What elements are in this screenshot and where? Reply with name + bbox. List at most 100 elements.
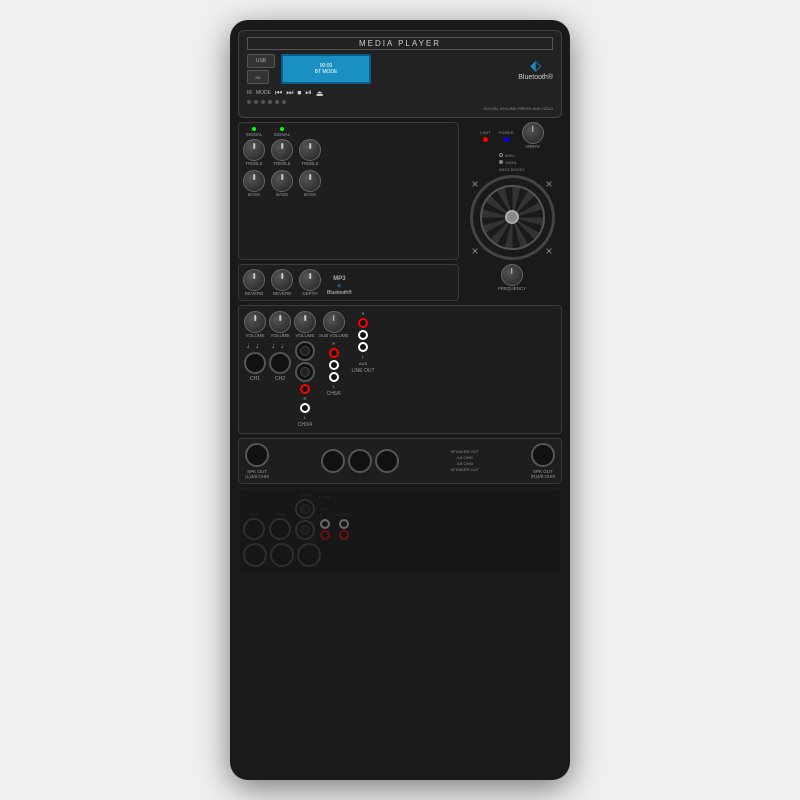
lcd-display: 00:00 BT MODE <box>281 54 371 84</box>
play-pause-button[interactable]: ⏯ <box>305 88 311 98</box>
usb-label: USB <box>256 58 266 64</box>
bluetooth-text: Bluetooth® <box>518 74 553 81</box>
channel-section: VOLUME ♩ ♩ CH1 VOLUME ♩ ♩ <box>238 305 562 434</box>
prev-button[interactable]: ⏮ <box>275 88 282 98</box>
ch34-jack-bottom[interactable] <box>295 362 315 382</box>
ch56-rca-l2[interactable] <box>329 372 339 382</box>
ch56-volume-knob[interactable] <box>323 311 345 333</box>
ch56-rca: R L <box>329 341 339 389</box>
reverb1-knob[interactable] <box>243 269 265 291</box>
frequency-knob[interactable] <box>501 264 523 286</box>
media-player-section: MEDIA PLAYER USB SD 00:00 BT MODE ⬖ Blue… <box>238 30 562 118</box>
ch1-volume-knob[interactable] <box>244 311 266 333</box>
ch3-bass-knob[interactable] <box>299 170 321 192</box>
frequency-group: FREQUENCY <box>498 264 526 292</box>
depth-knob[interactable] <box>299 269 321 291</box>
next-button[interactable]: ⏭ <box>286 88 293 98</box>
refl-j2 <box>295 499 315 519</box>
top-mixer-row: SIGNAL TREBLE SIGNAL TREBLE TREBLE <box>238 122 562 260</box>
ch3-bass-group: BASS <box>299 170 321 198</box>
bluetooth-badge: ⬖ Bluetooth® <box>518 57 553 81</box>
refl-line-l <box>339 519 349 529</box>
ch56-rca-l[interactable] <box>329 360 339 370</box>
ch34-volume-knob[interactable] <box>294 311 316 333</box>
right-panel: LIMIT POWER ARRAY 80Hz <box>462 122 562 260</box>
eject-button[interactable]: ⏏ <box>316 89 324 98</box>
device-panel: MEDIA PLAYER USB SD 00:00 BT MODE ⬖ Blue… <box>230 20 570 780</box>
ch2-volume-group: VOLUME <box>269 311 291 339</box>
array-knob[interactable] <box>522 122 544 144</box>
reflection-channels: CH1 CH2 CH3/4 R AUX L <box>243 493 557 540</box>
ch56-group: SUB VOLUME R L CH5/6 <box>319 311 349 397</box>
spk-center-jack1[interactable] <box>321 449 345 473</box>
ch1-signal-led <box>252 127 256 131</box>
refl-xlr2 <box>269 518 291 540</box>
ch56-rca-r[interactable] <box>329 348 339 358</box>
ch1-xlr-port[interactable] <box>244 352 266 374</box>
ch3-treble-group: TREBLE <box>299 139 321 167</box>
aux-label: AUX <box>359 361 367 366</box>
freq-100hz-dot <box>499 160 503 164</box>
corner-screw-bl: × <box>472 244 479 258</box>
fan-blade <box>480 185 545 250</box>
refl-line-out: LINE OUT <box>334 493 352 540</box>
ch3-treble-knob[interactable] <box>299 139 321 161</box>
ch34-rca-r-label: R <box>304 396 307 401</box>
mode-label: MODE <box>256 90 271 96</box>
reverb2-knob[interactable] <box>271 269 293 291</box>
limit-power-row: LIMIT POWER ARRAY <box>480 122 543 150</box>
freq-80hz[interactable]: 80Hz <box>499 153 525 158</box>
refl-ch34: CH3/4 <box>295 493 315 540</box>
ch2-bass-knob[interactable] <box>271 170 293 192</box>
spk-out-left-jack[interactable] <box>245 443 269 467</box>
depth-group: DEPTH <box>299 269 321 297</box>
line-out-rca-r[interactable] <box>358 318 368 328</box>
freq-100hz[interactable]: 100Hz <box>499 160 525 165</box>
refl-ch2: CH2 <box>269 493 291 540</box>
ch1-bass-group: BASS <box>243 170 265 198</box>
ch34-rca-l[interactable] <box>300 403 310 413</box>
line-out-rca-l2[interactable] <box>358 342 368 352</box>
spk-out-right-label: SPK OUT(R)4/8 OHM <box>531 469 555 479</box>
ch56-volume-group: SUB VOLUME <box>319 311 349 339</box>
line-out-rca: R L AUX <box>358 311 368 366</box>
stop-button[interactable]: ⏹ <box>297 88 301 98</box>
lcd-line2: BT MODE <box>315 69 338 75</box>
bluetooth2-icon: ⬖ <box>337 283 341 289</box>
ch1-bass-knob[interactable] <box>243 170 265 192</box>
ch2-group: VOLUME ♩ ♩ CH2 <box>269 311 291 382</box>
media-top-row: USB SD 00:00 BT MODE ⬖ Bluetooth® <box>247 54 553 84</box>
limit-led <box>483 137 488 142</box>
ch1-spk-icons: ♩ ♩ <box>247 341 264 350</box>
ir-label: IR <box>247 90 252 96</box>
ch34-rca-r[interactable] <box>300 384 310 394</box>
usb-slot[interactable]: USB <box>247 54 275 68</box>
ch1-treble-knob[interactable] <box>243 139 265 161</box>
reverb-section: REVERB REVERB DEPTH MP3 ⬖ Bluetooth® <box>238 264 459 302</box>
spk-center-jack2[interactable] <box>348 449 372 473</box>
corner-screw-tr: × <box>545 177 552 191</box>
ch2-xlr-port[interactable] <box>269 352 291 374</box>
refl-xlr1 <box>243 518 265 540</box>
ch1-spk-icon2: ♩ <box>256 341 264 350</box>
sd-slot[interactable]: SD <box>247 70 269 84</box>
ch34-jack-top[interactable] <box>295 341 315 361</box>
ch2-volume-knob[interactable] <box>269 311 291 333</box>
ch1-spk-icon1: ♩ <box>247 341 255 350</box>
refl-jack3 <box>297 543 321 567</box>
line-out-rca-l[interactable] <box>358 330 368 340</box>
ch34-group: VOLUME R L CH3/4 <box>294 311 316 428</box>
ch2-treble-knob[interactable] <box>271 139 293 161</box>
freq-80hz-label: 80Hz <box>505 153 514 158</box>
refl-ch56-rca: R AUX L <box>320 501 330 540</box>
signal-treble-row: SIGNAL TREBLE SIGNAL TREBLE TREBLE <box>243 127 454 166</box>
ch2-spk-icons: ♩ ♩ <box>272 341 289 350</box>
spk-out-right-jack[interactable] <box>531 443 555 467</box>
spk-center-jacks <box>321 449 399 473</box>
refl-rca-l <box>320 519 330 529</box>
refl-jack2 <box>270 543 294 567</box>
mode-dots <box>247 100 553 104</box>
spk-center-jack3[interactable] <box>375 449 399 473</box>
refl-jack1 <box>243 543 267 567</box>
ch2-bass-group: BASS <box>271 170 293 198</box>
